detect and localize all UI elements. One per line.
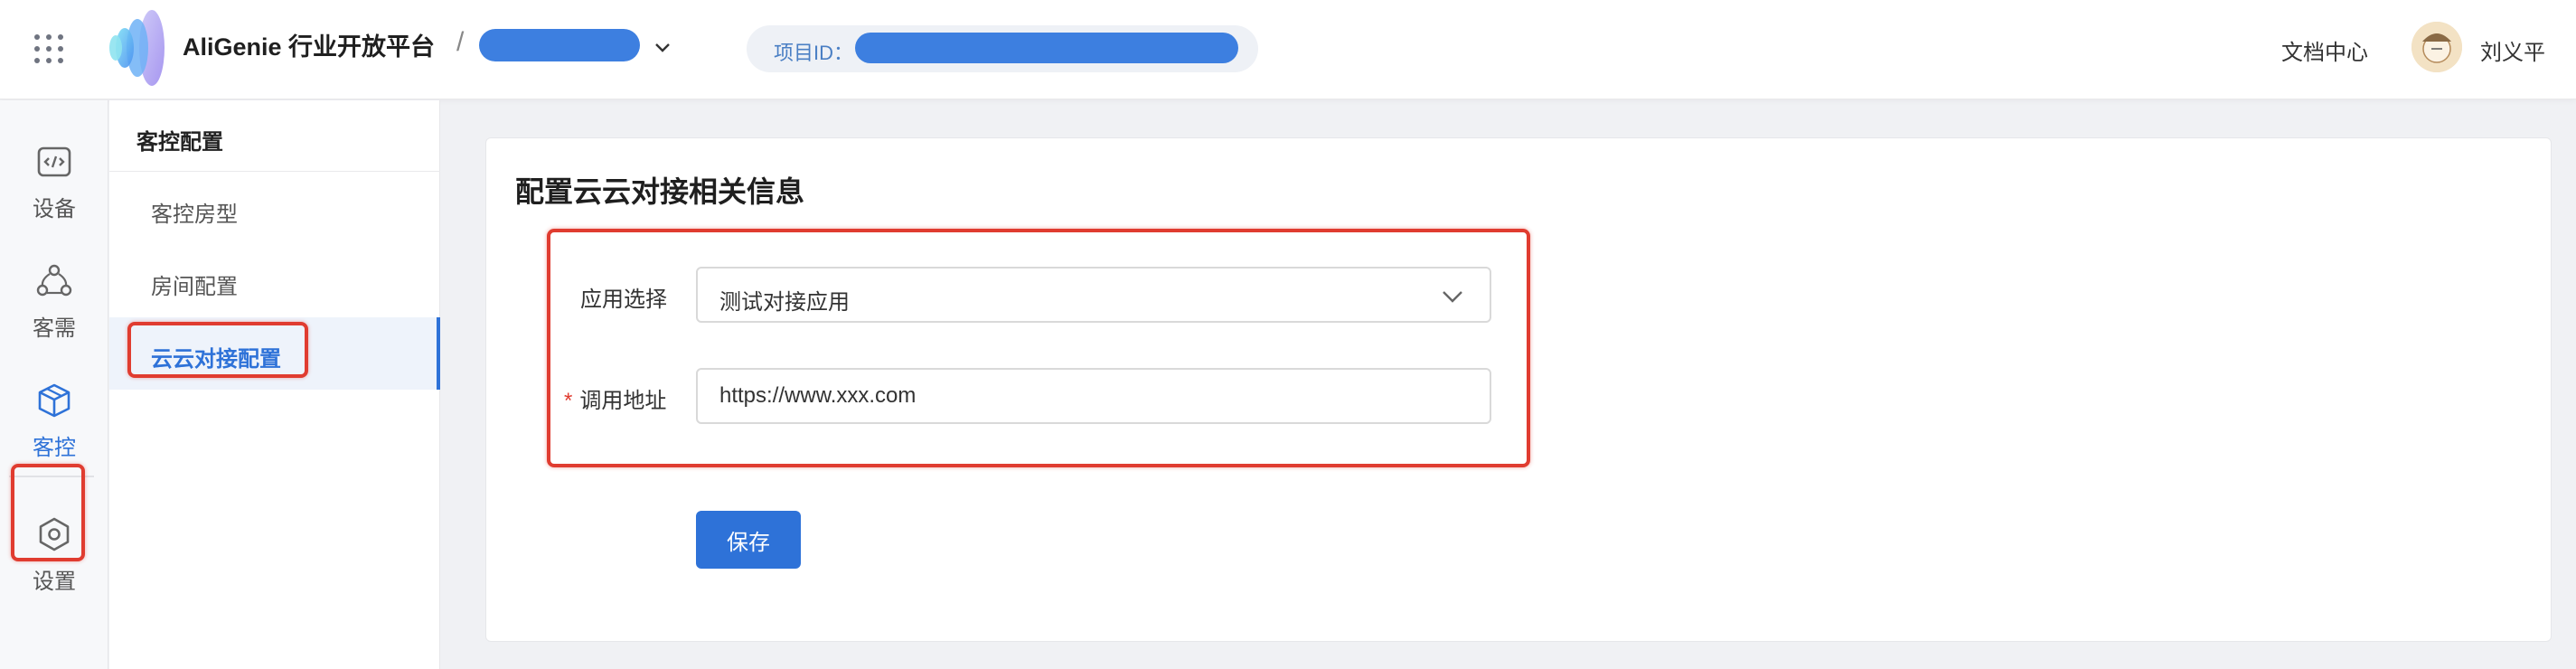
annotation-highlight-box bbox=[11, 464, 85, 561]
username: 刘义平 bbox=[2480, 41, 2545, 65]
chevron-down-icon[interactable] bbox=[653, 38, 672, 58]
annotation-highlight-box bbox=[127, 322, 308, 378]
save-button[interactable]: 保存 bbox=[696, 511, 801, 569]
annotation-highlight-box bbox=[547, 229, 1530, 467]
platform-title: AliGenie 行业开放平台 bbox=[183, 33, 436, 61]
rail-label: 客控 bbox=[33, 436, 76, 460]
doc-center-link[interactable]: 文档中心 bbox=[2281, 34, 2368, 66]
project-id-redacted bbox=[855, 33, 1238, 63]
divider bbox=[109, 171, 440, 172]
submenu-item-label: 房间配置 bbox=[151, 275, 238, 299]
avatar-face-icon bbox=[2411, 22, 2462, 72]
rail-label: 设置 bbox=[33, 570, 76, 594]
page-title: 配置云云对接相关信息 bbox=[515, 175, 805, 208]
submenu-panel: 客控配置 客控房型 房间配置 云云对接配置 bbox=[109, 100, 440, 669]
submenu-item-room-types[interactable]: 客控房型 bbox=[109, 173, 440, 245]
submenu-item-room-config[interactable]: 房间配置 bbox=[109, 245, 440, 317]
project-name-redacted bbox=[479, 29, 640, 61]
submenu-title: 客控配置 bbox=[136, 130, 223, 155]
aligenie-logo bbox=[109, 10, 165, 86]
project-id-box: 项目ID： bbox=[747, 25, 1258, 72]
rail-label: 设备 bbox=[33, 197, 76, 221]
main-card: 配置云云对接相关信息 应用选择 测试对接应用 *调用地址 保存 bbox=[485, 137, 2552, 642]
app-grid-icon[interactable] bbox=[34, 34, 63, 63]
rail-item-devices[interactable]: 设备 bbox=[0, 131, 108, 231]
cube-icon bbox=[38, 383, 71, 418]
nodes-icon bbox=[36, 264, 72, 297]
submenu-item-label: 客控房型 bbox=[151, 203, 238, 227]
avatar[interactable] bbox=[2411, 22, 2462, 72]
rail-item-guest-needs[interactable]: 客需 bbox=[0, 250, 108, 350]
project-id-label: 项目ID： bbox=[774, 42, 854, 64]
top-bar: AliGenie 行业开放平台 / 项目ID： 文档中心 刘义平 bbox=[0, 0, 2576, 99]
breadcrumb-separator: / bbox=[456, 27, 465, 57]
rail-item-guest-control[interactable]: 客控 bbox=[0, 370, 108, 469]
icon-rail: 设备 客需 客控 设置 bbox=[0, 100, 108, 669]
rail-label: 客需 bbox=[33, 316, 76, 341]
code-window-icon bbox=[37, 146, 71, 177]
